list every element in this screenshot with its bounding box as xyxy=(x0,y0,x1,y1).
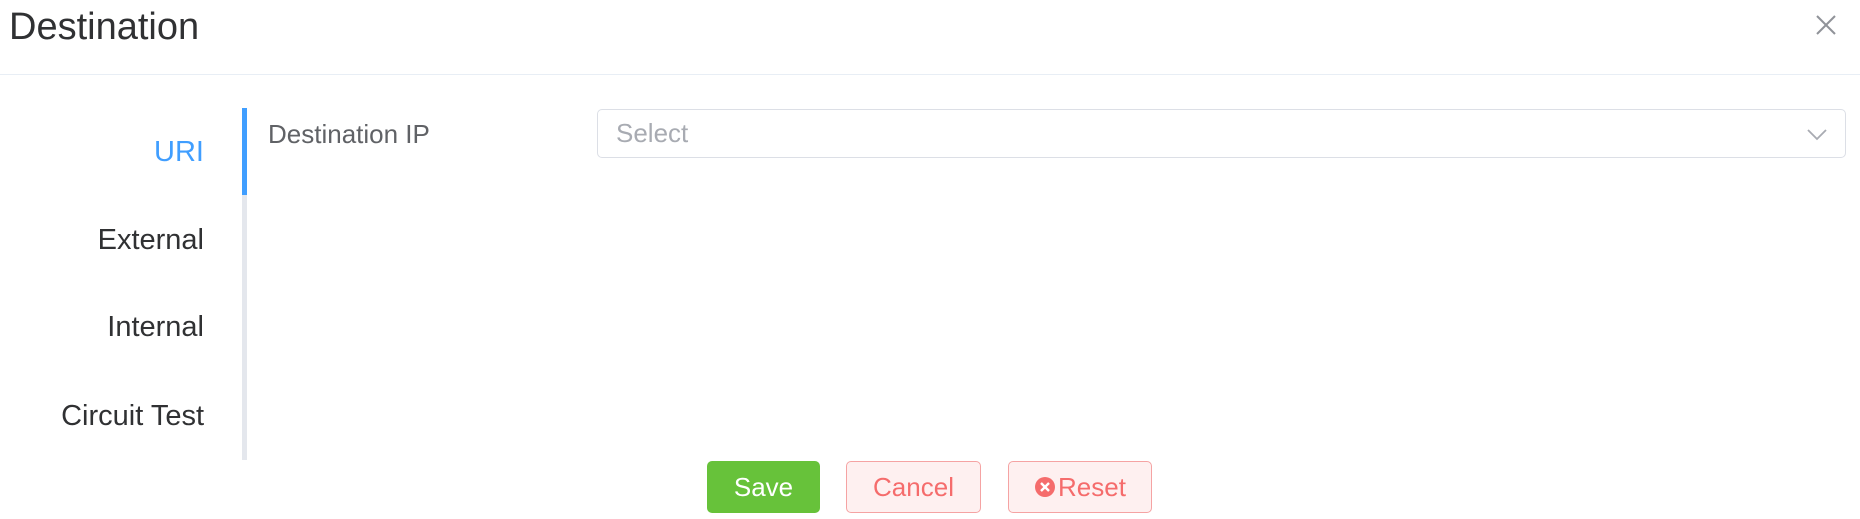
reset-button[interactable]: Reset xyxy=(1008,461,1152,513)
destination-type-tabs: URI External Internal Circuit Test xyxy=(0,108,248,460)
destination-ip-select[interactable]: Select xyxy=(597,109,1846,158)
destination-dialog: Destination URI External Internal Circui… xyxy=(0,0,1860,519)
tabs-active-indicator xyxy=(242,108,247,195)
dialog-title: Destination xyxy=(9,6,200,48)
tab-external[interactable]: External xyxy=(0,210,204,270)
select-placeholder: Select xyxy=(616,118,689,148)
dialog-header: Destination xyxy=(0,0,1860,75)
circle-close-icon xyxy=(1034,476,1056,498)
reset-label: Reset xyxy=(1058,472,1126,502)
chevron-down-icon xyxy=(1805,122,1829,146)
close-icon xyxy=(1811,10,1841,40)
close-button[interactable] xyxy=(1811,10,1841,40)
tab-circuit-test[interactable]: Circuit Test xyxy=(0,386,204,446)
destination-ip-label: Destination IP xyxy=(268,119,430,149)
tab-internal[interactable]: Internal xyxy=(0,297,204,357)
dialog-footer: Save Cancel Reset xyxy=(0,461,1860,515)
cancel-button[interactable]: Cancel xyxy=(846,461,981,513)
save-button[interactable]: Save xyxy=(707,461,820,513)
tab-uri[interactable]: URI xyxy=(0,122,204,182)
